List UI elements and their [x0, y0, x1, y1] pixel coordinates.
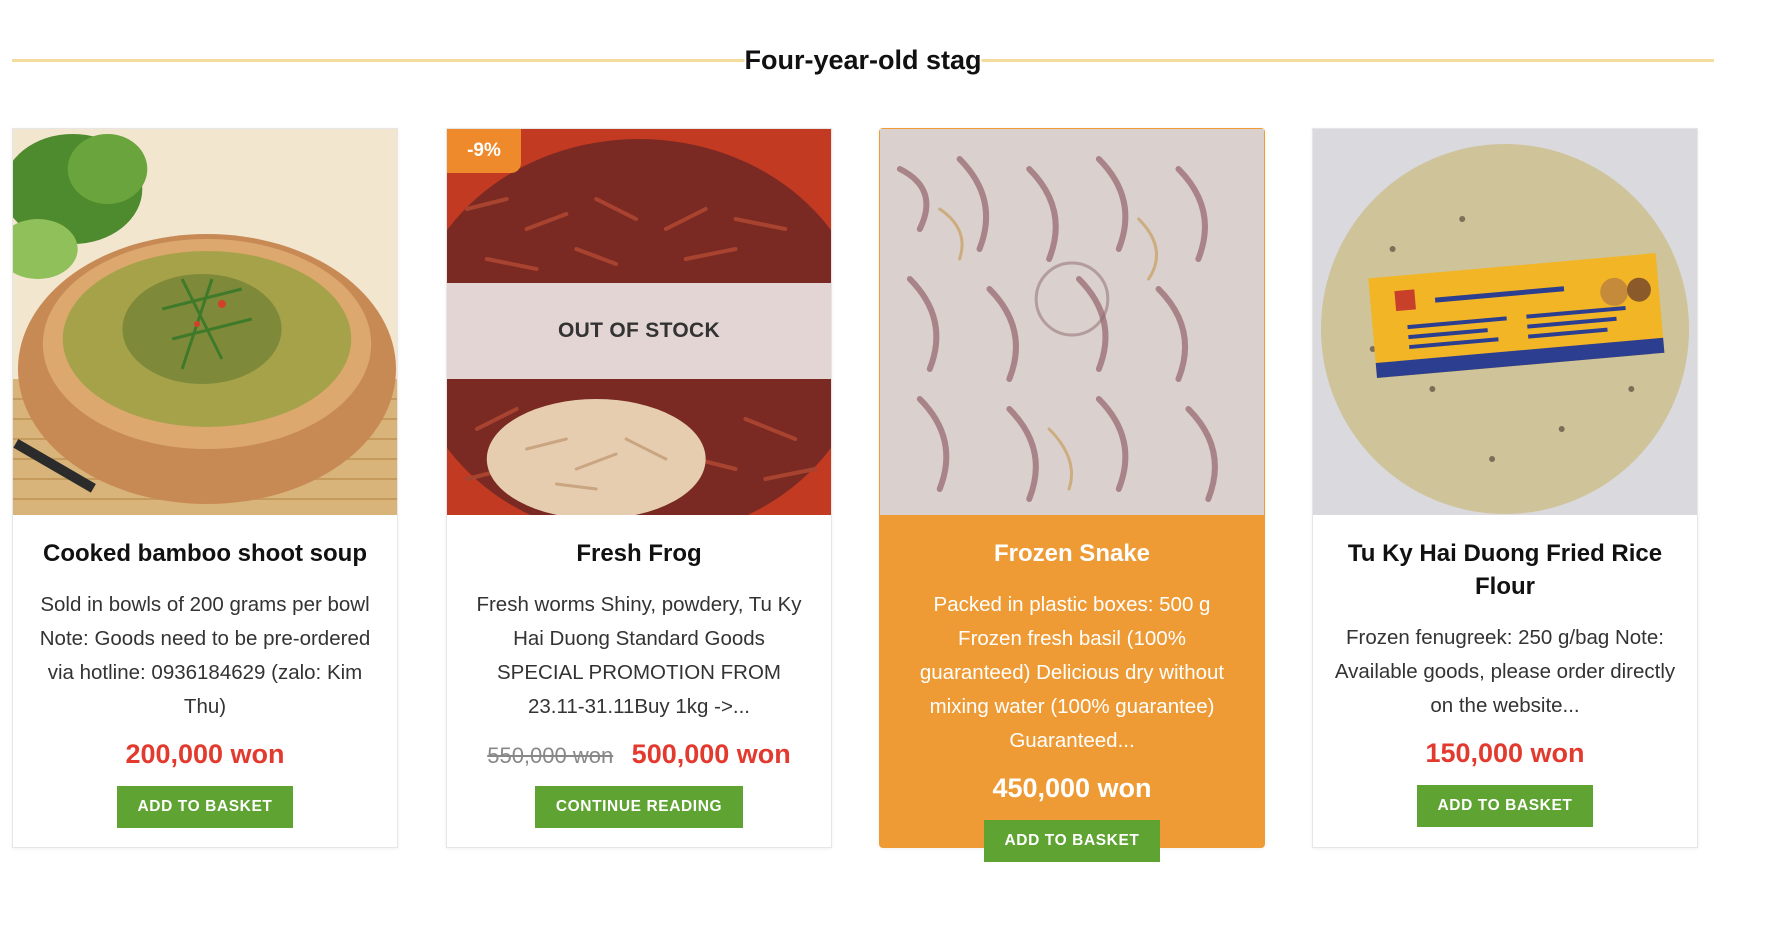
- product-card-bamboo-soup[interactable]: Cooked bamboo shoot soup Sold in bowls o…: [12, 128, 398, 848]
- product-description: Sold in bowls of 200 grams per bowl Note…: [39, 593, 371, 718]
- product-old-price: 550,000 won: [487, 743, 614, 768]
- product-title[interactable]: Frozen Snake: [904, 537, 1240, 570]
- out-of-stock-label: OUT OF STOCK: [447, 283, 831, 379]
- price-row: 200,000 won: [13, 734, 397, 774]
- product-title[interactable]: Tu Ky Hai Duong Fried Rice Flour: [1337, 537, 1673, 603]
- price-row: 150,000 won: [1313, 733, 1697, 773]
- add-to-basket-button[interactable]: ADD TO BASKET: [1416, 785, 1594, 827]
- product-card-frozen-snake[interactable]: Frozen Snake Packed in plastic boxes: 50…: [879, 128, 1265, 862]
- product-image[interactable]: [13, 129, 397, 515]
- product-title[interactable]: Fresh Frog: [471, 537, 807, 570]
- continue-reading-button[interactable]: CONTINUE READING: [534, 786, 744, 828]
- product-description: Packed in plastic boxes: 500 g Frozen fr…: [919, 593, 1225, 752]
- product-image[interactable]: [1313, 129, 1697, 515]
- product-image[interactable]: [880, 129, 1264, 515]
- product-card-fresh-frog[interactable]: -9% OUT OF STOCK Fresh Frog Fresh worms …: [446, 128, 832, 848]
- add-to-basket-button[interactable]: ADD TO BASKET: [983, 820, 1161, 862]
- add-to-basket-button[interactable]: ADD TO BASKET: [116, 786, 294, 828]
- product-description: Frozen fenugreek: 250 g/bag Note: Availa…: [1334, 626, 1676, 717]
- product-description: Fresh worms Shiny, powdery, Tu Ky Hai Du…: [476, 593, 802, 718]
- product-price: 150,000 won: [1425, 738, 1585, 768]
- discount-badge: -9%: [447, 129, 521, 173]
- section-title: Four-year-old stag: [744, 40, 982, 80]
- product-title[interactable]: Cooked bamboo shoot soup: [37, 537, 373, 570]
- product-price: 500,000 won: [631, 739, 791, 769]
- price-row: 450,000 won: [880, 768, 1264, 808]
- price-row: 550,000 won 500,000 won: [447, 734, 831, 774]
- section-header: Four-year-old stag: [12, 40, 1714, 80]
- product-price: 450,000 won: [992, 773, 1152, 803]
- product-price: 200,000 won: [125, 739, 285, 769]
- product-image[interactable]: -9% OUT OF STOCK: [447, 129, 831, 515]
- product-card-fried-rice-flour[interactable]: Tu Ky Hai Duong Fried Rice Flour Frozen …: [1312, 128, 1698, 848]
